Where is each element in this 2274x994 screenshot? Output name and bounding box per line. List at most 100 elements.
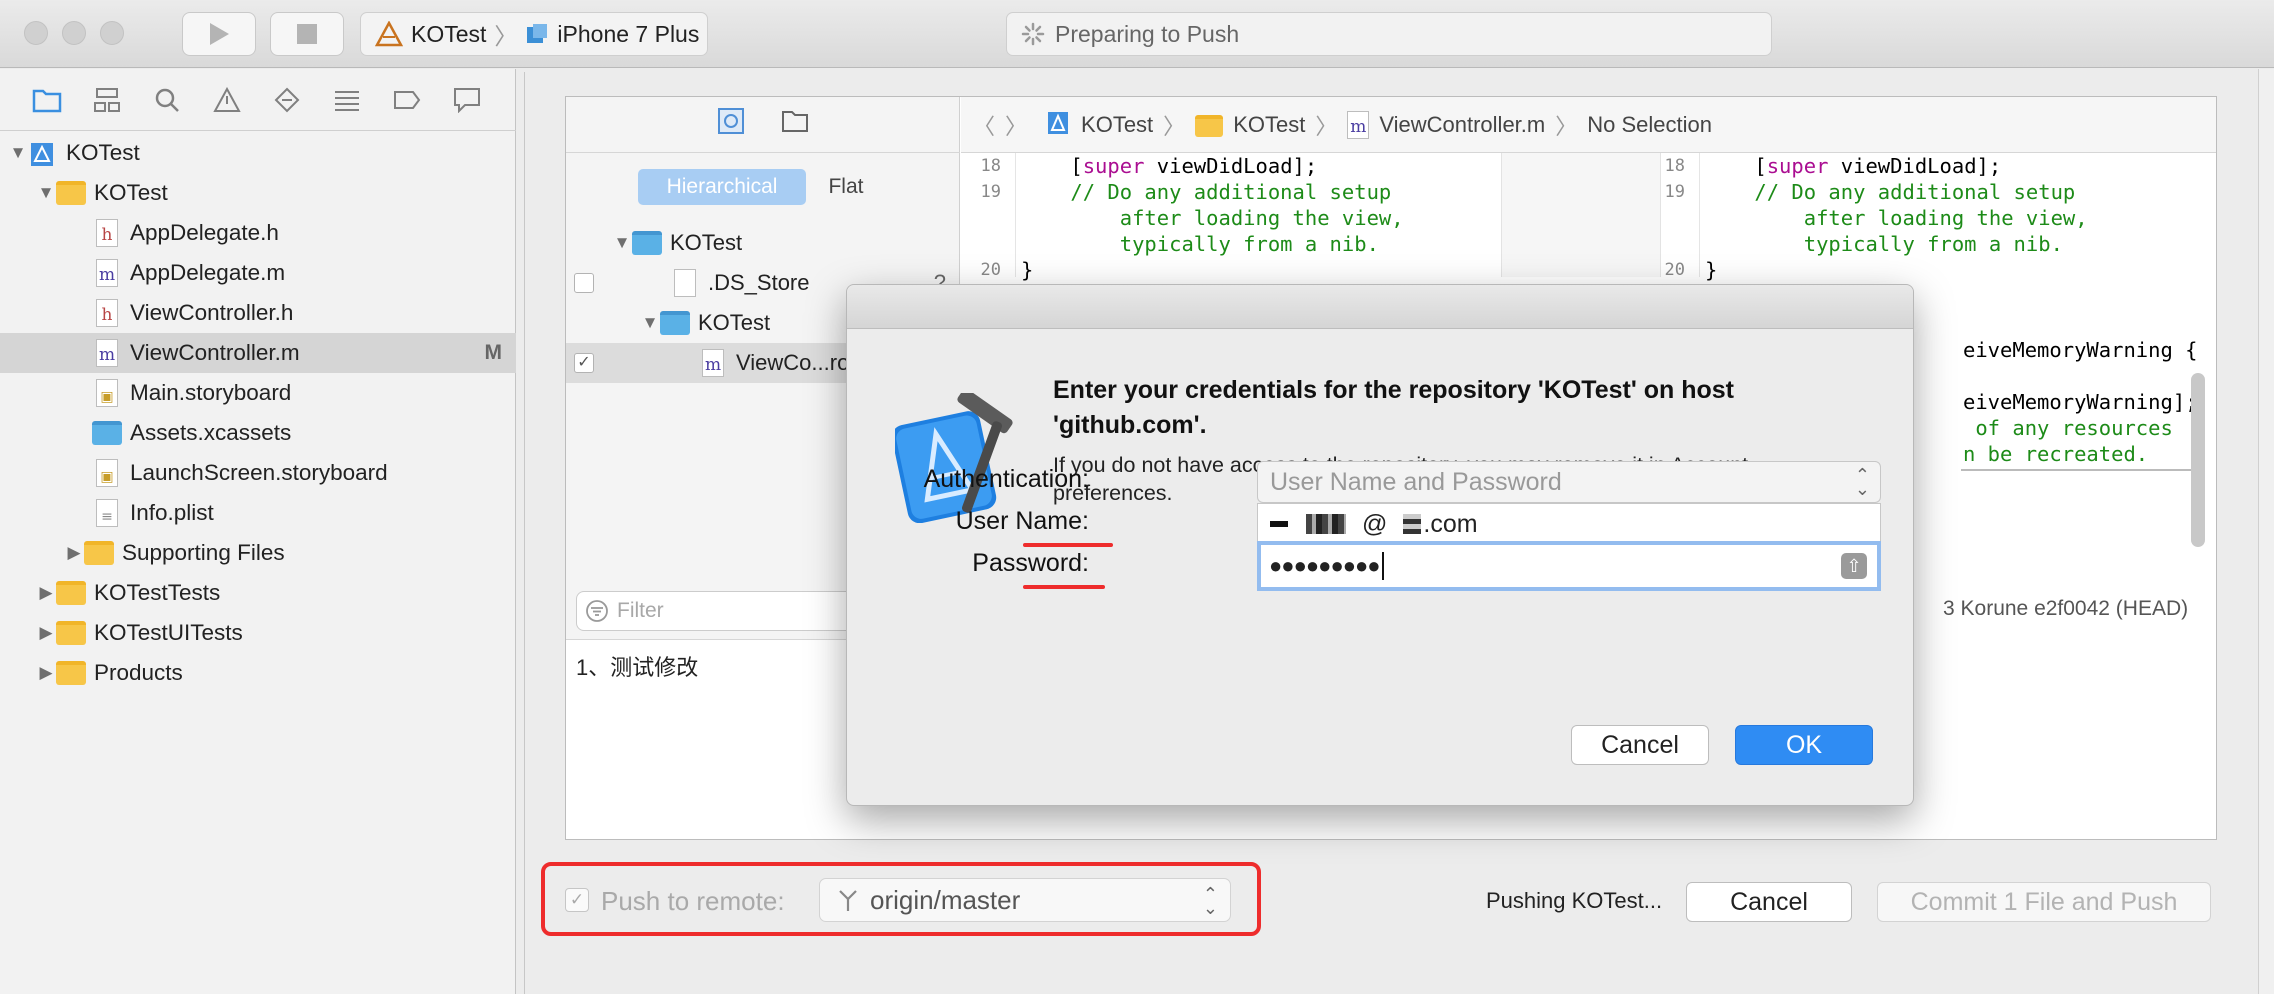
tree-item-file[interactable]: m AppDelegate.m: [0, 253, 516, 293]
spinner-icon: [1021, 22, 1045, 46]
file-row-label: KOTest: [670, 230, 743, 255]
window-right-edge: [2258, 69, 2274, 994]
debug-list-icon[interactable]: [330, 85, 364, 115]
tree-item-file[interactable]: ≡ Info.plist: [0, 493, 516, 533]
line-number: 20: [980, 260, 1001, 280]
implementation-file-icon: m: [698, 349, 728, 377]
disclosure-triangle-icon[interactable]: ▼: [612, 233, 632, 253]
stop-button[interactable]: [270, 12, 344, 56]
file-pane-toolbar: [566, 97, 960, 153]
dialog-heading: Enter your credentials for the repositor…: [1053, 376, 1734, 439]
activity-viewer: Preparing to Push: [1006, 12, 1772, 56]
disclosure-triangle-icon[interactable]: ▼: [36, 183, 56, 203]
tree-item-group[interactable]: ▶ Supporting Files: [0, 533, 516, 573]
redacted-block: [1270, 521, 1288, 527]
zoom-window-button[interactable]: [100, 21, 124, 45]
redacted-block: [1306, 514, 1346, 534]
dialog-ok-button[interactable]: OK: [1735, 725, 1873, 765]
commit-message-text: 1、测试修改: [576, 655, 699, 680]
tree-item-project[interactable]: ▼ KOTest: [0, 133, 516, 173]
tree-item-file[interactable]: h AppDelegate.h: [0, 213, 516, 253]
file-row-project[interactable]: ▼ KOTest: [566, 223, 960, 263]
project-navigator-tab-icon[interactable]: [30, 85, 64, 115]
disclosure-triangle-icon[interactable]: ▶: [36, 623, 56, 643]
symbol-navigator-tab-icon[interactable]: [90, 85, 124, 115]
tree-item-label: AppDelegate.m: [130, 260, 286, 285]
activity-status: Preparing to Push: [1055, 20, 1240, 47]
chevron-right-icon: 〉: [1315, 113, 1338, 139]
password-field[interactable]: ●●●●●●●●● ⇧: [1257, 541, 1881, 591]
disclosure-triangle-icon[interactable]: ▼: [640, 313, 660, 333]
vertical-scrollbar[interactable]: [2191, 373, 2205, 547]
view-mode-flat[interactable]: Flat: [806, 169, 886, 205]
close-window-button[interactable]: [24, 21, 48, 45]
remote-branch-select[interactable]: origin/master ⌃ ⌄: [819, 878, 1231, 922]
folder-outline-icon[interactable]: [781, 109, 809, 140]
storyboard-icon: ▣: [92, 379, 122, 407]
tree-item-label: Info.plist: [130, 500, 214, 525]
minimize-window-button[interactable]: [62, 21, 86, 45]
username-at: @: [1362, 509, 1388, 538]
breakpoint-tag-icon[interactable]: [390, 85, 424, 115]
warning-icon[interactable]: [210, 85, 244, 115]
dialog-cancel-button[interactable]: Cancel: [1571, 725, 1709, 765]
code-comment: typically from a nib.: [1705, 232, 2063, 256]
tree-item-file-selected[interactable]: m ViewController.m M: [0, 333, 516, 373]
folder-icon: [660, 309, 690, 337]
tree-item-label: Main.storyboard: [130, 380, 292, 405]
tree-item-file[interactable]: ▣ LaunchScreen.storyboard: [0, 453, 516, 493]
commit-and-push-button[interactable]: Commit 1 File and Push: [1877, 882, 2211, 922]
include-checkbox-checked[interactable]: ✓: [574, 353, 594, 373]
tree-item-group[interactable]: ▶ KOTestUITests: [0, 613, 516, 653]
tree-item-group[interactable]: ▶ Products: [0, 653, 516, 693]
line-number: 19: [1664, 182, 1685, 202]
scheme-selector[interactable]: KOTest 〉 iPhone 7 Plus: [360, 12, 708, 56]
code-line: }: [1705, 258, 1718, 282]
credentials-dialog: Enter your credentials for the repositor…: [846, 284, 1914, 806]
tree-item-group[interactable]: ▼ KOTest: [0, 173, 516, 213]
tree-item-file[interactable]: ▣ Main.storyboard: [0, 373, 516, 413]
tree-item-label: Assets.xcassets: [130, 420, 292, 445]
code-comment: typically from a nib.: [1021, 232, 1379, 256]
chevron-right-icon: 〉: [1555, 113, 1578, 139]
tree-item-group[interactable]: ▶ KOTestTests: [0, 573, 516, 613]
diff-separator: [1961, 469, 2191, 471]
disclosure-triangle-icon[interactable]: ▶: [64, 543, 84, 563]
disclosure-triangle-icon[interactable]: ▶: [36, 663, 56, 683]
device-icon: [527, 24, 548, 43]
push-to-remote-checkbox[interactable]: ✓: [565, 888, 589, 912]
username-label: User Name:: [955, 507, 1089, 535]
tree-item-file[interactable]: Assets.xcassets: [0, 413, 516, 453]
back-arrow-icon[interactable]: 〈: [973, 109, 995, 141]
jump-bar-selection[interactable]: No Selection: [1587, 112, 1712, 138]
search-icon[interactable]: [150, 85, 184, 115]
tree-item-file[interactable]: h ViewController.h: [0, 293, 516, 333]
navigator-tabs: [0, 69, 516, 131]
file-row-label: ViewCo...ro: [736, 350, 850, 375]
folder-icon: [632, 229, 662, 257]
jump-bar-group[interactable]: KOTest: [1233, 112, 1305, 138]
xcode-project-icon: [375, 21, 403, 47]
report-bubble-icon[interactable]: [450, 85, 484, 115]
tree-item-label: KOTest: [94, 180, 168, 205]
run-button[interactable]: [182, 12, 256, 56]
test-diamond-icon[interactable]: [270, 85, 304, 115]
disclosure-triangle-icon[interactable]: ▶: [36, 583, 56, 603]
forward-arrow-icon[interactable]: 〉: [1005, 109, 1027, 141]
disclosure-triangle-icon[interactable]: ▼: [8, 143, 28, 163]
header-file-icon: h: [92, 219, 122, 247]
authentication-select[interactable]: User Name and Password ⌃ ⌄: [1257, 461, 1881, 503]
jump-bar-file[interactable]: ViewController.m: [1379, 112, 1545, 138]
implementation-file-icon: m: [1347, 110, 1370, 139]
view-mode-hierarchical[interactable]: Hierarchical: [638, 169, 806, 205]
jump-bar-project[interactable]: KOTest: [1081, 112, 1153, 138]
username-field[interactable]: @ .com: [1257, 503, 1881, 545]
view-mode-segmented-control: Hierarchical Flat: [638, 169, 886, 205]
include-checkbox[interactable]: [574, 273, 594, 293]
branch-icon: [839, 890, 857, 911]
tree-item-label: AppDelegate.h: [130, 220, 279, 245]
tree-item-label: ViewController.h: [130, 300, 294, 325]
file-row-label: .DS_Store: [708, 270, 810, 295]
source-control-target-icon[interactable]: [717, 107, 745, 142]
cancel-button[interactable]: Cancel: [1686, 882, 1852, 922]
